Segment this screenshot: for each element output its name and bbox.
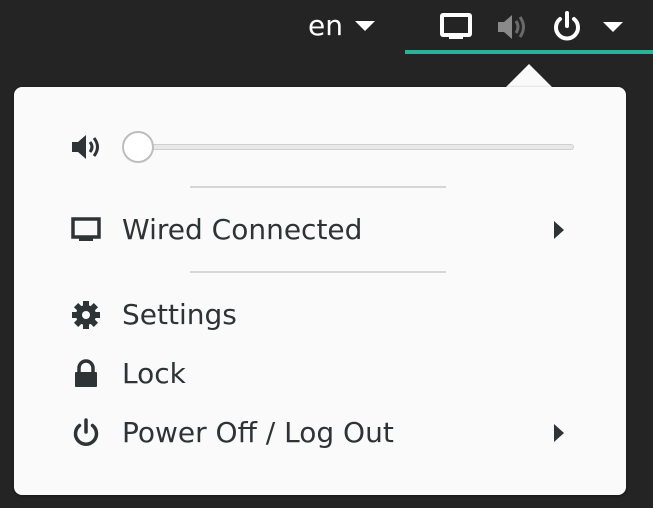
top-bar: en [0, 0, 653, 54]
chevron-down-icon [354, 21, 375, 31]
menu-item-label: Lock [122, 357, 186, 390]
chevron-down-icon [603, 22, 623, 32]
menu-item-power-off-log-out[interactable]: Power Off / Log Out [14, 405, 626, 461]
speaker-icon[interactable] [70, 131, 102, 163]
menu-item-label: Power Off / Log Out [122, 416, 394, 449]
popover-arrow [505, 64, 553, 88]
separator [190, 271, 446, 273]
system-status-area[interactable] [405, 0, 653, 54]
chevron-right-icon [554, 424, 564, 442]
network-wired-icon [71, 217, 101, 241]
volume-row [14, 119, 626, 175]
gear-icon [72, 301, 100, 329]
power-icon [554, 11, 580, 41]
menu-item-lock[interactable]: Lock [14, 346, 626, 402]
volume-slider-handle[interactable] [122, 131, 154, 163]
network-wired-icon [440, 13, 472, 39]
system-menu: Wired Connected Settings Lock Power Off … [14, 87, 626, 495]
language-label: en [308, 9, 343, 42]
chevron-right-icon [554, 221, 564, 239]
volume-slider-track[interactable] [124, 144, 574, 150]
language-indicator[interactable]: en [308, 6, 375, 46]
lock-icon [75, 359, 97, 387]
menu-item-settings[interactable]: Settings [14, 287, 626, 343]
menu-item-label: Settings [122, 298, 237, 331]
separator [190, 186, 446, 188]
power-icon [73, 418, 99, 446]
volume-muted-icon [498, 15, 525, 39]
menu-item-label: Wired Connected [122, 213, 363, 246]
menu-item-wired-connected[interactable]: Wired Connected [14, 202, 626, 258]
active-indicator [405, 50, 653, 54]
